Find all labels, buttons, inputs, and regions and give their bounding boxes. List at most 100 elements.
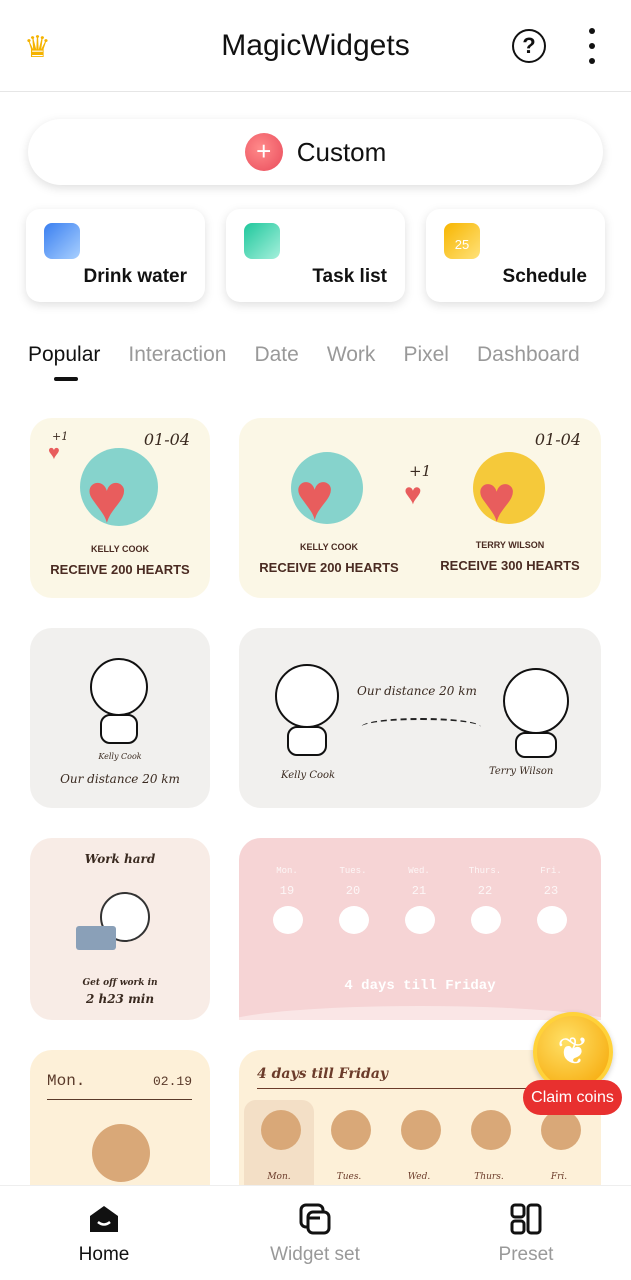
day-number: 19 [279,884,295,898]
bear-illustration [401,1110,441,1150]
quick-label: Schedule [502,266,587,287]
bear-illustration [471,1110,511,1150]
claim-coins-button[interactable]: Claim coins [523,1080,622,1115]
laptop-illustration [76,926,116,950]
bear-illustration [541,1110,581,1150]
subtitle-label: Get off work in [82,978,158,988]
category-tabs: Popular Interaction Date Work Pixel Dash… [28,343,580,381]
day-name: Thurs. [474,1172,504,1182]
cloud-decoration [239,1006,601,1020]
nav-label: Preset [498,1244,554,1265]
divider [47,1099,192,1100]
countdown-label: 2 h23 min [85,992,155,1006]
nav-home[interactable]: Home [34,1202,174,1266]
preset-grid-icon [509,1202,543,1236]
name-label: TERRY WILSON [475,540,545,550]
list-icon [244,223,280,259]
heart-icon: ♥ [48,442,60,464]
bunny-illustration [339,906,369,934]
water-icon [44,223,80,259]
bunny-illustration [537,906,567,934]
nav-label: Widget set [270,1244,360,1265]
nav-preset[interactable]: Preset [456,1202,596,1266]
day-name: Mon. [267,1172,291,1182]
custom-label: Custom [296,136,387,167]
tab-dashboard[interactable]: Dashboard [477,343,580,367]
name-label: Terry Wilson [489,766,554,777]
bear-illustration [331,1110,371,1150]
date-label: 02.19 [152,1074,192,1089]
quick-label: Task list [312,266,387,287]
character-illustration [90,658,148,716]
name-label: KELLY COOK [299,542,358,552]
caption-label: Our distance 20 km [60,772,180,786]
caption-label: RECEIVE 300 HEARTS [440,558,580,573]
title-label: 4 days till Friday [257,1066,389,1082]
plus-icon: + [244,133,283,171]
quick-label: Drink water [83,266,187,287]
more-vertical-icon[interactable] [584,28,600,64]
dashed-path [361,718,481,736]
nav-label: Home [78,1244,130,1265]
character-body [100,714,138,744]
tab-popular[interactable]: Popular [28,343,100,381]
task-list-button[interactable]: Task list [226,209,405,302]
heart-illustration: ♥ [477,461,517,535]
title-label: Work hard [84,852,156,866]
character-body [515,732,557,758]
bear-illustration [92,1124,150,1182]
help-circle-icon[interactable]: ? [512,29,546,63]
name-label: Kelly Cook [281,770,336,781]
heart-icon: ♥ [404,478,422,511]
widget-distance-small[interactable]: Kelly Cook Our distance 20 km [30,628,210,808]
day-number: 22 [477,884,493,898]
drink-water-button[interactable]: Drink water [26,209,205,302]
day-name: Tues. [339,866,367,876]
widget-week-pink[interactable]: Mon. 19 Tues. 20 Wed. 21 Thurs. 22 Fri. … [239,838,601,1020]
day-label: Mon. [47,1072,86,1090]
name-label: Kelly Cook [98,752,142,761]
day-name: Wed. [407,1172,431,1182]
bottom-nav: Home Widget set Preset [0,1185,631,1280]
widget-hearts-small[interactable]: +1 ♥ 01-04 ♥ KELLY COOK RECEIVE 200 HEAR… [30,418,210,598]
day-number: 23 [543,884,559,898]
bear-illustration [261,1110,301,1150]
calendar-icon: 25 [444,223,480,259]
widget-work-small[interactable]: Work hard Get off work in 2 h23 min [30,838,210,1020]
day-number: 20 [345,884,361,898]
home-icon [87,1202,121,1236]
caption-label: 4 days till Friday [344,978,496,994]
caption-label: RECEIVE 200 HEARTS [50,562,190,577]
heart-illustration: ♥ [86,459,128,537]
widget-distance-large[interactable]: Our distance 20 km Kelly Cook Terry Wils… [239,628,601,808]
date-label: 01-04 [534,430,581,449]
caption-label: Our distance 20 km [357,684,477,698]
day-number: 21 [411,884,427,898]
tab-pixel[interactable]: Pixel [403,343,449,367]
tab-work[interactable]: Work [327,343,376,367]
heart-illustration: ♥ [295,459,335,533]
day-name: Mon. [276,866,298,876]
custom-button[interactable]: + Custom [28,119,603,185]
bunny-illustration [471,906,501,934]
divider [257,1088,541,1089]
tab-interaction[interactable]: Interaction [128,343,226,367]
bunny-illustration [273,906,303,934]
bunny-illustration [405,906,435,934]
character-illustration [503,668,569,734]
app-header: ♛ MagicWidgets ? [0,0,631,92]
day-name: Fri. [540,866,562,876]
day-name: Fri. [550,1172,568,1182]
date-label: 01-04 [143,430,190,449]
name-label: KELLY COOK [90,544,149,554]
day-name: Wed. [408,866,430,876]
caption-label: RECEIVE 200 HEARTS [259,560,399,575]
widget-set-icon [298,1202,332,1236]
widget-hearts-large[interactable]: 01-04 ♥ +1 ♥ ♥ KELLY COOK RECEIVE 200 HE… [239,418,601,598]
day-name: Tues. [336,1172,362,1182]
character-body [287,726,327,756]
schedule-button[interactable]: 25 Schedule [426,209,605,302]
nav-widget-set[interactable]: Widget set [245,1202,385,1266]
day-name: Thurs. [468,866,502,876]
tab-date[interactable]: Date [254,343,298,367]
